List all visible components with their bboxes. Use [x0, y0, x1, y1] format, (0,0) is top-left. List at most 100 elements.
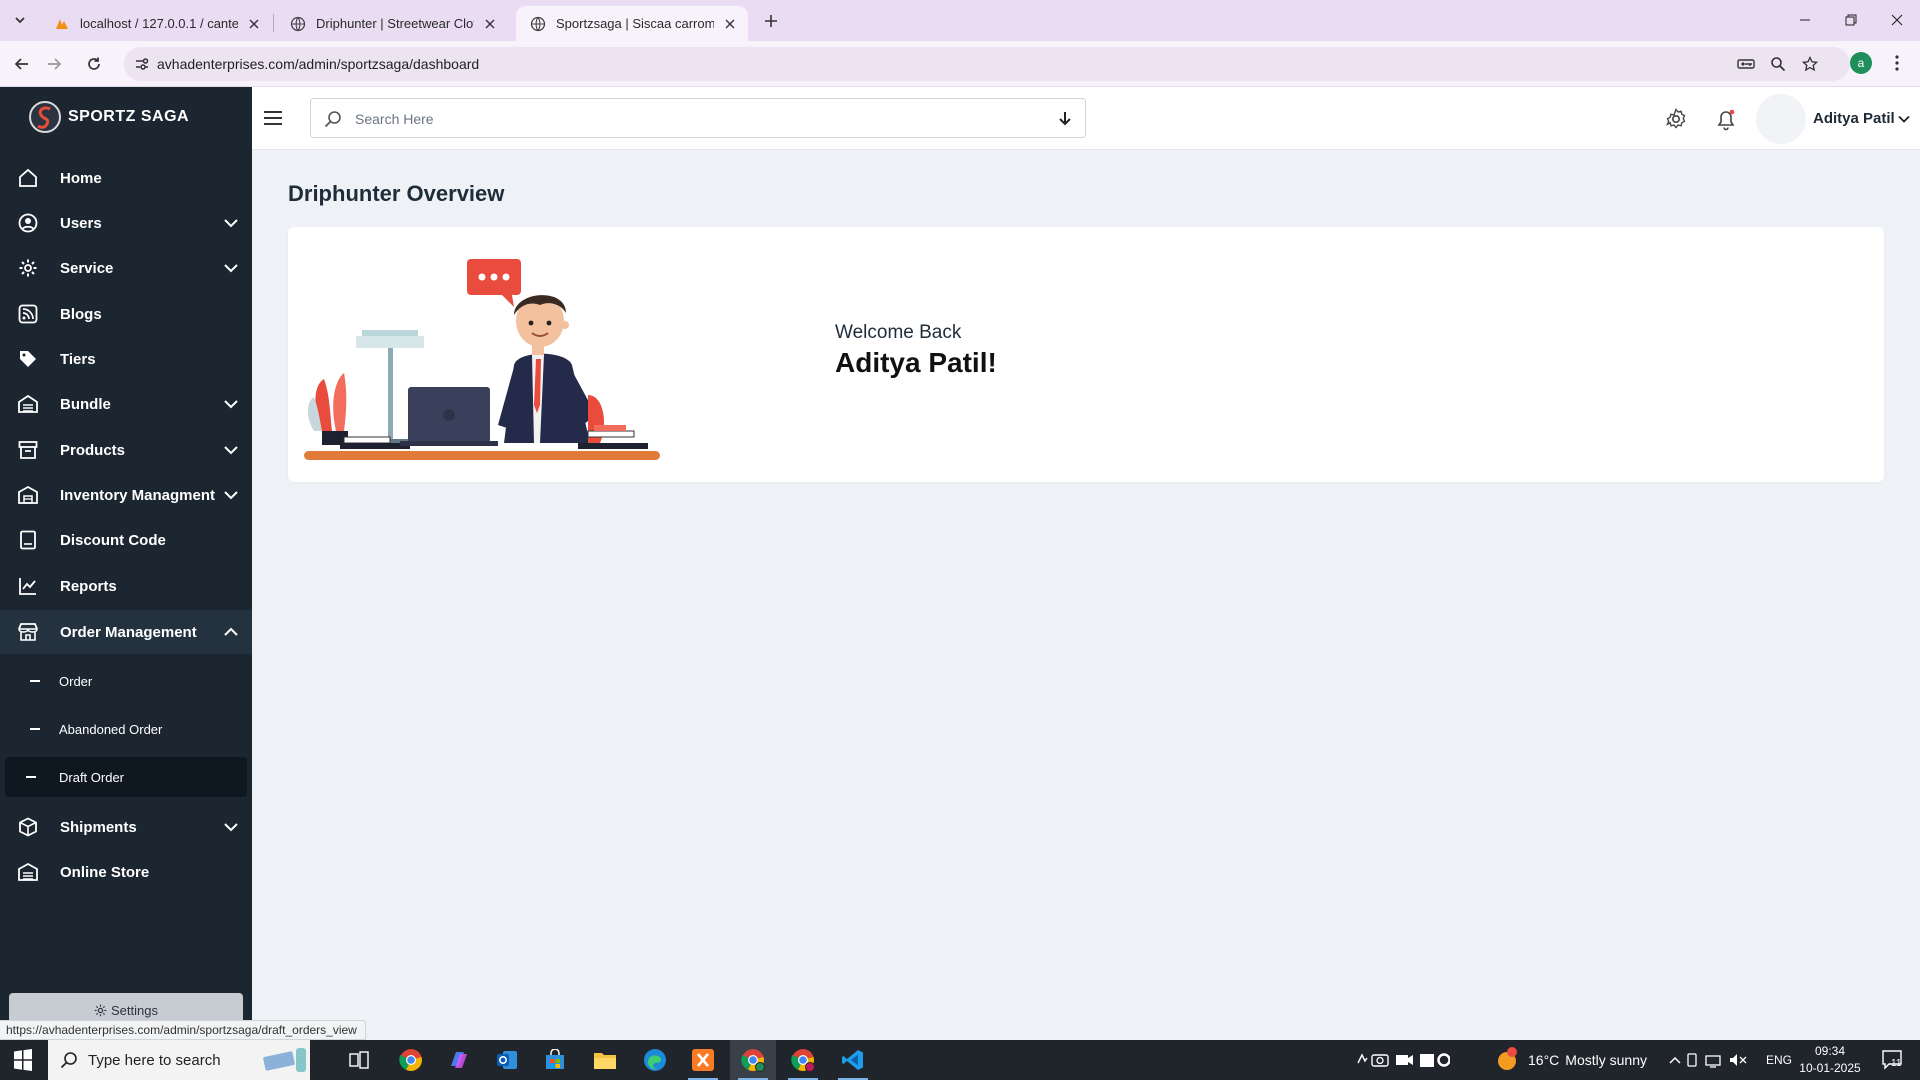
- site-info-icon[interactable]: [132, 54, 152, 74]
- input-language[interactable]: ENG: [1766, 1040, 1792, 1080]
- profile-avatar[interactable]: a: [1850, 52, 1872, 74]
- arrow-right-icon: [48, 58, 62, 70]
- minimize-icon: [1800, 19, 1810, 21]
- notification-center-icon[interactable]: 11: [1880, 1048, 1904, 1072]
- vscode-icon[interactable]: [830, 1040, 876, 1080]
- chrome-second-profile-icon[interactable]: [780, 1040, 826, 1080]
- shop-icon: [17, 621, 39, 643]
- search-input[interactable]: [355, 107, 995, 131]
- sidebar-item-tiers[interactable]: Tiers: [0, 337, 252, 381]
- address-bar[interactable]: avhadenterprises.com/admin/sportzsaga/da…: [124, 47, 1850, 81]
- rss-icon: [17, 303, 39, 325]
- zoom-icon[interactable]: [1768, 54, 1788, 74]
- more-menu-icon[interactable]: [1886, 52, 1908, 74]
- chrome-profile-icon[interactable]: [730, 1040, 776, 1080]
- sidebar: SPORTZ SAGA Home Users Service Blogs Tie…: [0, 87, 252, 1040]
- tray-icons[interactable]: [1668, 1040, 1754, 1080]
- outlook-icon[interactable]: [484, 1040, 530, 1080]
- browser-tab-phpmyadmin[interactable]: localhost / 127.0.0.1 / canteen_: [40, 6, 272, 41]
- browser-tab-sportzsaga[interactable]: Sportzsaga | Siscaa carrom boa: [516, 6, 748, 41]
- tab-search-button[interactable]: [8, 8, 32, 32]
- sidebar-item-order-management[interactable]: Order Management: [0, 610, 252, 654]
- file-explorer-icon[interactable]: [582, 1040, 628, 1080]
- bell-icon[interactable]: [1714, 107, 1738, 131]
- chevron-down-icon: [224, 219, 238, 228]
- sidebar-item-users[interactable]: Users: [0, 201, 252, 245]
- sidebar-subitem-order[interactable]: Order: [0, 661, 252, 701]
- weather-text: Mostly sunny: [1565, 1052, 1647, 1068]
- sidebar-item-label: Order Management: [60, 623, 197, 641]
- sidebar-item-label: Tiers: [60, 350, 96, 368]
- minimize-button[interactable]: [1782, 0, 1828, 40]
- close-window-button[interactable]: [1874, 0, 1920, 40]
- close-icon[interactable]: [482, 16, 498, 32]
- windows-start-icon[interactable]: [8, 1048, 38, 1072]
- brand-name: SPORTZ SAGA: [68, 108, 190, 125]
- chevron-down-icon[interactable]: [1896, 111, 1912, 127]
- sidebar-item-online-store[interactable]: Online Store: [0, 850, 252, 894]
- system-clock[interactable]: 09:34 10-01-2025: [1792, 1043, 1868, 1077]
- sidebar-item-label: Home: [60, 169, 102, 187]
- weather-widget[interactable]: 16°C Mostly sunny: [1494, 1040, 1647, 1080]
- brand-logo[interactable]: SPORTZ SAGA: [28, 99, 189, 135]
- sidebar-item-home[interactable]: Home: [0, 156, 252, 200]
- welcome-user-name: Aditya Patil!: [835, 347, 997, 378]
- bookmark-star-icon[interactable]: [1800, 54, 1820, 74]
- xampp-icon[interactable]: [680, 1040, 726, 1080]
- sidebar-item-label: Blogs: [60, 305, 102, 323]
- sidebar-item-shipments[interactable]: Shipments: [0, 805, 252, 849]
- link-preview-status: https://avhadenterprises.com/admin/sport…: [0, 1020, 366, 1040]
- sidebar-subitem-label: Order: [59, 673, 93, 689]
- edge-icon[interactable]: [632, 1040, 678, 1080]
- sidebar-item-label: Online Store: [60, 863, 150, 881]
- forward-button[interactable]: [40, 50, 68, 78]
- restore-icon: [1845, 14, 1857, 26]
- user-circle-icon: [17, 212, 39, 234]
- sidebar-item-blogs[interactable]: Blogs: [0, 292, 252, 336]
- notification-count: 11: [1891, 1058, 1902, 1069]
- sidebar-item-reports[interactable]: Reports: [0, 564, 252, 608]
- sidebar-item-discount-code[interactable]: Discount Code: [0, 518, 252, 562]
- new-tab-button[interactable]: [758, 8, 784, 34]
- sidebar-item-label: Discount Code: [60, 531, 166, 549]
- gear-icon: [94, 1004, 107, 1017]
- url-text[interactable]: avhadenterprises.com/admin/sportzsaga/da…: [157, 56, 479, 72]
- reload-button[interactable]: [80, 50, 108, 78]
- weather-temp: 16°C: [1528, 1052, 1560, 1068]
- avatar[interactable]: [1756, 94, 1806, 144]
- chrome-icon[interactable]: [388, 1040, 434, 1080]
- copilot-icon[interactable]: [436, 1040, 482, 1080]
- search-highlight-illustration-icon: [263, 1048, 306, 1072]
- sidebar-item-label: Service: [60, 259, 114, 277]
- home-icon: [17, 167, 39, 189]
- box-icon: [17, 816, 39, 838]
- sidebar-item-bundle[interactable]: Bundle: [0, 382, 252, 426]
- hamburger-menu-icon[interactable]: [262, 107, 284, 129]
- tray-meet-now-icons[interactable]: [1354, 1040, 1450, 1080]
- browser-tab-driphunter[interactable]: Driphunter | Streetwear Clothin: [276, 6, 508, 41]
- sidebar-item-products[interactable]: Products: [0, 428, 252, 472]
- sidebar-item-inventory[interactable]: Inventory Managment: [0, 473, 252, 517]
- microsoft-store-icon[interactable]: [532, 1040, 578, 1080]
- sidebar-subitem-abandoned-order[interactable]: Abandoned Order: [0, 709, 252, 749]
- user-name[interactable]: Aditya Patil: [1813, 110, 1895, 127]
- archive-icon: [17, 439, 39, 461]
- tab-title: localhost / 127.0.0.1 / canteen_: [80, 16, 238, 31]
- dash-icon: [30, 680, 40, 682]
- back-button[interactable]: [8, 50, 36, 78]
- password-key-icon[interactable]: [1736, 54, 1756, 74]
- sidebar-subitem-draft-order[interactable]: Draft Order: [5, 757, 247, 797]
- arrow-down-icon[interactable]: [1055, 109, 1075, 129]
- search-bar[interactable]: [310, 98, 1086, 138]
- close-icon[interactable]: [722, 16, 738, 32]
- sidebar-item-service[interactable]: Service: [0, 246, 252, 290]
- chevron-up-icon: [224, 627, 238, 636]
- task-view-icon[interactable]: [336, 1040, 382, 1080]
- storefront-icon: [17, 861, 39, 883]
- close-icon[interactable]: [246, 16, 262, 32]
- browser-tab-strip: localhost / 127.0.0.1 / canteen_ Driphun…: [0, 0, 1920, 41]
- taskbar-search-box[interactable]: Type here to search: [48, 1040, 310, 1080]
- sportzsaga-logo-icon: [29, 101, 61, 133]
- settings-gear-icon[interactable]: [1665, 108, 1687, 130]
- restore-button[interactable]: [1828, 0, 1874, 40]
